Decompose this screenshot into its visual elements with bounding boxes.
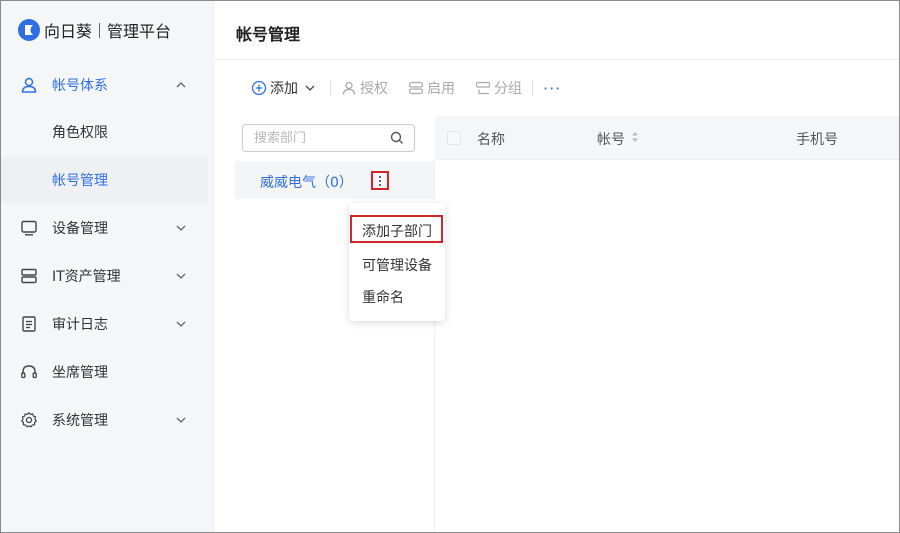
user-icon <box>342 81 356 95</box>
sidebar: 向日葵 管理平台 帐号体系 角色权限 帐号管理 设备管理 IT资产管理 审计日志… <box>1 1 215 532</box>
column-header-name[interactable]: 名称 <box>477 129 505 149</box>
table-header: 名称 帐号 手机号 <box>435 116 899 160</box>
authorize-button[interactable]: 授权 <box>341 78 388 98</box>
menu-item-manageable-devices[interactable]: 可管理设备 <box>349 249 445 277</box>
plus-circle-icon <box>251 80 267 96</box>
menu-item-rename[interactable]: 重命名 <box>349 281 445 309</box>
sidebar-item-label: 系统管理 <box>52 413 108 429</box>
sidebar-item-label: 坐席管理 <box>52 365 108 381</box>
user-icon <box>21 77 37 93</box>
enable-button[interactable]: 启用 <box>408 78 455 98</box>
server-icon <box>21 268 37 284</box>
department-name: 威威电气（0） <box>260 175 353 191</box>
enable-button-label: 启用 <box>427 81 455 97</box>
add-button[interactable]: 添加 <box>251 78 320 98</box>
toolbar-separator <box>330 81 331 95</box>
chevron-down-icon <box>176 321 186 327</box>
menu-item-label: 可管理设备 <box>362 258 432 274</box>
gear-icon <box>21 411 37 428</box>
sort-icon[interactable] <box>631 130 639 144</box>
chevron-down-icon <box>176 273 186 279</box>
brand-name: 向日葵 <box>44 22 93 41</box>
document-icon <box>22 316 36 332</box>
sidebar-item-audit-log[interactable]: 审计日志 <box>1 301 215 347</box>
sidebar-item-label: 帐号体系 <box>52 78 108 94</box>
chevron-down-icon <box>176 225 186 231</box>
headset-icon <box>21 365 37 379</box>
add-button-label: 添加 <box>270 81 298 97</box>
department-context-menu: 添加子部门 可管理设备 重命名 <box>349 203 445 321</box>
page-title: 帐号管理 <box>236 25 301 44</box>
sidebar-subitem-role-permissions[interactable]: 角色权限 <box>1 109 208 155</box>
sidebar-item-seat-management[interactable]: 坐席管理 <box>1 349 215 395</box>
select-all-checkbox[interactable] <box>447 131 461 145</box>
sidebar-item-it-assets[interactable]: IT资产管理 <box>1 253 215 299</box>
search-input[interactable] <box>243 125 383 151</box>
department-tree-node[interactable]: 威威电气（0） <box>235 161 434 199</box>
menu-item-label: 重命名 <box>362 290 404 306</box>
department-search <box>242 124 415 152</box>
authorize-button-label: 授权 <box>360 81 388 97</box>
more-options-button[interactable]: ··· <box>543 79 561 98</box>
toggle-icon <box>408 81 424 95</box>
column-header-account[interactable]: 帐号 <box>597 129 625 149</box>
group-button[interactable]: 分组 <box>475 78 522 98</box>
sidebar-item-label: IT资产管理 <box>52 269 121 285</box>
monitor-icon <box>21 220 37 236</box>
chevron-down-icon <box>176 417 186 423</box>
main-content: 帐号管理 添加 授权 启用 分组 ··· 搜索部门 威威电气（0） 名称 帐号 … <box>215 1 899 532</box>
brand-subtitle: 管理平台 <box>107 22 172 41</box>
sidebar-subitem-label: 角色权限 <box>52 125 108 141</box>
toolbar-separator <box>532 81 533 95</box>
toolbar: 添加 授权 启用 分组 ··· <box>251 77 561 99</box>
sidebar-subitem-account-management[interactable]: 帐号管理 <box>1 157 208 203</box>
sidebar-item-label: 设备管理 <box>52 221 108 237</box>
sidebar-item-device-management[interactable]: 设备管理 <box>1 205 215 251</box>
group-button-label: 分组 <box>494 81 522 97</box>
sidebar-item-system-management[interactable]: 系统管理 <box>1 397 215 443</box>
chevron-up-icon <box>176 82 186 88</box>
menu-item-add-subdepartment[interactable]: 添加子部门 <box>350 215 443 243</box>
menu-item-label: 添加子部门 <box>362 224 432 240</box>
brand[interactable]: 向日葵 管理平台 <box>18 18 171 42</box>
divider <box>215 59 899 60</box>
search-icon[interactable] <box>390 131 404 145</box>
sidebar-item-label: 审计日志 <box>52 317 108 333</box>
sidebar-item-account-system[interactable]: 帐号体系 <box>1 62 215 108</box>
more-vertical-icon[interactable] <box>371 171 389 190</box>
chevron-down-icon <box>305 85 315 91</box>
brand-separator <box>99 22 101 38</box>
group-icon <box>475 81 491 95</box>
column-header-phone[interactable]: 手机号 <box>796 129 838 149</box>
sunflower-logo-icon <box>18 19 40 41</box>
sidebar-subitem-label: 帐号管理 <box>52 173 108 189</box>
